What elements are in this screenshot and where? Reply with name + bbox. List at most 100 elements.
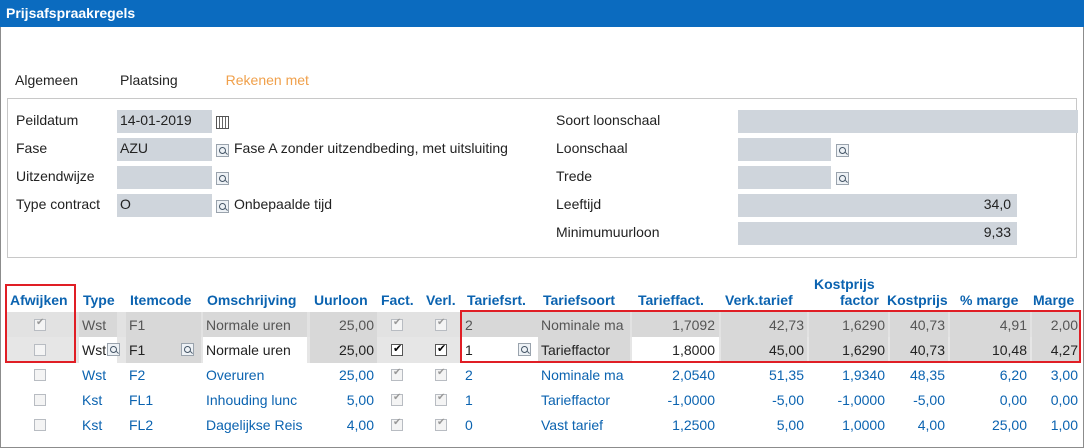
marge-cell: 2,00 bbox=[1032, 312, 1081, 338]
verktarief-cell: 51,35 bbox=[768, 367, 804, 383]
table-row[interactable]: Kst FL1 Inhouding lunc 5,00 1 Tarieffactor -1,… bbox=[7, 387, 1081, 413]
loonschaal-field[interactable] bbox=[738, 138, 831, 161]
fase-description: Fase A zonder uitzendbeding, met uitslui… bbox=[234, 140, 508, 156]
uurloon-cell: 5,00 bbox=[346, 392, 374, 408]
kostprijsfactor-cell[interactable]: 1,6290 bbox=[809, 337, 888, 363]
verl-checkbox[interactable] bbox=[435, 317, 447, 331]
type-contract-lookup-icon[interactable] bbox=[216, 200, 229, 213]
afwijken-checkbox[interactable] bbox=[34, 317, 46, 331]
type-contract-field[interactable]: O bbox=[117, 194, 212, 217]
omschrijving-cell: Inhouding lunc bbox=[206, 392, 298, 408]
marge-cell: 1,00 bbox=[1050, 417, 1078, 433]
fase-label: Fase bbox=[16, 140, 48, 156]
col-kostprijs[interactable]: Kostprijs bbox=[887, 292, 948, 308]
window-title: Prijsafspraakregels bbox=[0, 0, 1084, 27]
tab-bar: Algemeen Plaatsing Rekenen met bbox=[15, 72, 309, 88]
table-row[interactable]: Wst F1Normale uren25,00 2Nominale ma1,7092… bbox=[7, 312, 1081, 338]
afwijken-checkbox[interactable] bbox=[34, 419, 46, 431]
tab-rekenen-met[interactable]: Rekenen met bbox=[226, 72, 309, 88]
fase-field[interactable]: AZU bbox=[117, 138, 212, 161]
uurloon-cell: 25,00 bbox=[310, 312, 377, 338]
table-row[interactable]: WstF1Normale uren25,001Tarieffactor1,800… bbox=[7, 337, 1081, 363]
omschrijving-cell: Normale uren bbox=[203, 312, 307, 338]
verktarief-cell[interactable]: 45,00 bbox=[721, 337, 807, 363]
fact-checkbox[interactable] bbox=[391, 317, 403, 331]
marge-cell[interactable]: 4,27 bbox=[1032, 337, 1081, 363]
table-row[interactable]: Wst F2 Overuren 25,00 2 Nominale ma 2,0540 51,3… bbox=[7, 362, 1081, 388]
kostprijs-cell: -5,00 bbox=[913, 392, 945, 408]
trede-lookup-icon[interactable] bbox=[836, 172, 849, 185]
tariefsoort-cell: Vast tarief bbox=[541, 417, 603, 433]
calendar-icon[interactable] bbox=[216, 116, 229, 129]
afwijken-checkbox[interactable] bbox=[34, 344, 46, 356]
col-tariefsoort[interactable]: Tariefsoort bbox=[543, 292, 615, 308]
tariefsrt-cell: 1 bbox=[465, 392, 473, 408]
itemcode-cell: F2 bbox=[129, 367, 146, 383]
afwijken-checkbox[interactable] bbox=[34, 369, 46, 381]
verktarief-cell: 5,00 bbox=[776, 417, 804, 433]
col-omschrijving[interactable]: Omschrijving bbox=[207, 292, 296, 308]
uitzendwijze-field[interactable] bbox=[117, 166, 212, 189]
type-cell: Wst bbox=[82, 367, 107, 383]
tarieffact-cell[interactable]: 1,8000 bbox=[632, 337, 719, 363]
uitzendwijze-lookup-icon[interactable] bbox=[216, 172, 229, 185]
table-row[interactable]: Kst FL2 Dagelijkse Reis 4,00 0 Vast tarief 1,2… bbox=[7, 412, 1081, 438]
fase-lookup-icon[interactable] bbox=[216, 144, 229, 157]
tariefsrt-cell: 2 bbox=[462, 312, 538, 338]
col-uurloon[interactable]: Uurloon bbox=[314, 292, 368, 308]
peildatum-field[interactable]: 14-01-2019 bbox=[117, 110, 212, 133]
uitzendwijze-label: Uitzendwijze bbox=[16, 168, 95, 184]
col-verktarief[interactable]: Verk.tarief bbox=[725, 292, 793, 308]
tariefsoort-cell: Tarieffactor bbox=[541, 392, 610, 408]
uurloon-cell: 25,00 bbox=[338, 367, 374, 383]
soort-loonschaal-label: Soort loonschaal bbox=[556, 112, 661, 128]
leeftijd-field: 34,0 bbox=[738, 194, 1017, 217]
afwijken-checkbox[interactable] bbox=[34, 394, 46, 406]
tab-algemeen[interactable]: Algemeen bbox=[15, 72, 78, 88]
tariefsrt-lookup-icon[interactable] bbox=[518, 343, 531, 356]
col-marge[interactable]: Marge bbox=[1033, 292, 1074, 308]
omschrijving-cell[interactable]: Normale uren bbox=[203, 337, 307, 363]
tariefsrt-cell: 0 bbox=[465, 417, 473, 433]
trede-field[interactable] bbox=[738, 166, 831, 189]
type-cell: Wst bbox=[79, 312, 117, 338]
omschrijving-cell: Overuren bbox=[206, 367, 265, 383]
kostprijsfactor-cell: 1,9340 bbox=[842, 367, 885, 383]
verl-checkbox[interactable] bbox=[435, 392, 447, 406]
col-marge-pct[interactable]: % marge bbox=[960, 292, 1018, 308]
tarieffact-cell: 1,7092 bbox=[632, 312, 719, 338]
col-verl[interactable]: Verl. bbox=[426, 292, 456, 308]
soort-loonschaal-field[interactable] bbox=[738, 110, 1078, 133]
verktarief-cell: 42,73 bbox=[721, 312, 807, 338]
fact-checkbox[interactable] bbox=[391, 367, 403, 381]
itemcode-cell: F1 bbox=[126, 312, 201, 338]
verl-checkbox[interactable] bbox=[435, 367, 447, 381]
tariefsoort-cell[interactable]: Tarieffactor bbox=[538, 337, 630, 363]
kostprijsfactor-cell: -1,0000 bbox=[837, 392, 885, 408]
fact-checkbox[interactable] bbox=[391, 342, 403, 356]
kostprijs-cell[interactable]: 40,73 bbox=[890, 337, 948, 363]
fact-checkbox[interactable] bbox=[391, 392, 403, 406]
tab-plaatsing[interactable]: Plaatsing bbox=[120, 72, 178, 88]
verl-checkbox[interactable] bbox=[435, 417, 447, 431]
col-kostprijsfactor-line1[interactable]: Kostprijs bbox=[814, 276, 875, 292]
col-kostprijsfactor-line2[interactable]: factor bbox=[840, 292, 879, 308]
marge-cell: 0,00 bbox=[1050, 392, 1078, 408]
itemcode-lookup-icon[interactable] bbox=[181, 343, 194, 356]
type-lookup-icon[interactable] bbox=[107, 343, 120, 356]
col-afwijken[interactable]: Afwijken bbox=[10, 292, 68, 308]
marge-pct-cell[interactable]: 10,48 bbox=[950, 337, 1030, 363]
tariefsrt-cell: 2 bbox=[465, 367, 473, 383]
col-type[interactable]: Type bbox=[83, 292, 115, 308]
loonschaal-lookup-icon[interactable] bbox=[836, 144, 849, 157]
minimumuurloon-field: 9,33 bbox=[738, 222, 1017, 245]
col-tariefsrt[interactable]: Tariefsrt. bbox=[467, 292, 526, 308]
tarieffact-cell: -1,0000 bbox=[667, 392, 715, 408]
uurloon-cell[interactable]: 25,00 bbox=[310, 337, 377, 363]
verl-checkbox[interactable] bbox=[435, 342, 447, 356]
col-fact[interactable]: Fact. bbox=[381, 292, 414, 308]
col-tarieffact[interactable]: Tarieffact. bbox=[638, 292, 704, 308]
col-itemcode[interactable]: Itemcode bbox=[130, 292, 191, 308]
fact-checkbox[interactable] bbox=[391, 417, 403, 431]
omschrijving-cell: Dagelijkse Reis bbox=[206, 417, 303, 433]
